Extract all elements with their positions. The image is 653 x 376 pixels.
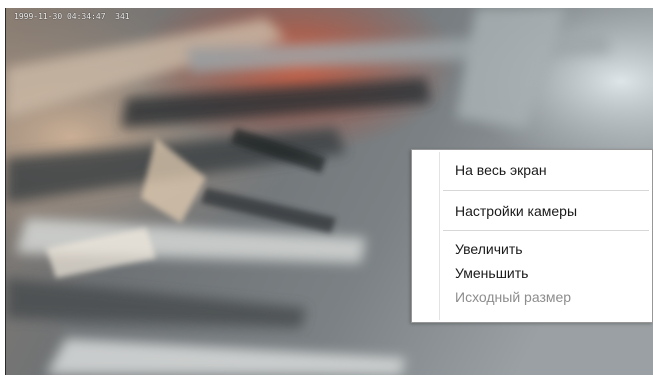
timestamp-overlay: 1999-11-30 04:34:47 341	[14, 12, 130, 21]
context-menu: На весь экран Настройки камеры Увеличить…	[411, 149, 653, 323]
menu-item-label: На весь экран	[455, 162, 547, 178]
menu-item-zoom-in[interactable]: Увеличить	[415, 238, 649, 260]
menu-item-zoom-out[interactable]: Уменьшить	[415, 262, 649, 284]
menu-item-original-size[interactable]: Исходный размер	[415, 286, 649, 308]
menu-item-camera-settings[interactable]: Настройки камеры	[415, 200, 649, 222]
menu-item-label: Увеличить	[455, 241, 523, 257]
menu-separator	[443, 190, 649, 192]
menu-item-label: Исходный размер	[455, 289, 572, 305]
menu-item-label: Уменьшить	[455, 265, 529, 281]
menu-separator	[443, 230, 649, 232]
menu-item-label: Настройки камеры	[455, 203, 578, 219]
menu-item-fullscreen[interactable]: На весь экран	[415, 159, 649, 181]
